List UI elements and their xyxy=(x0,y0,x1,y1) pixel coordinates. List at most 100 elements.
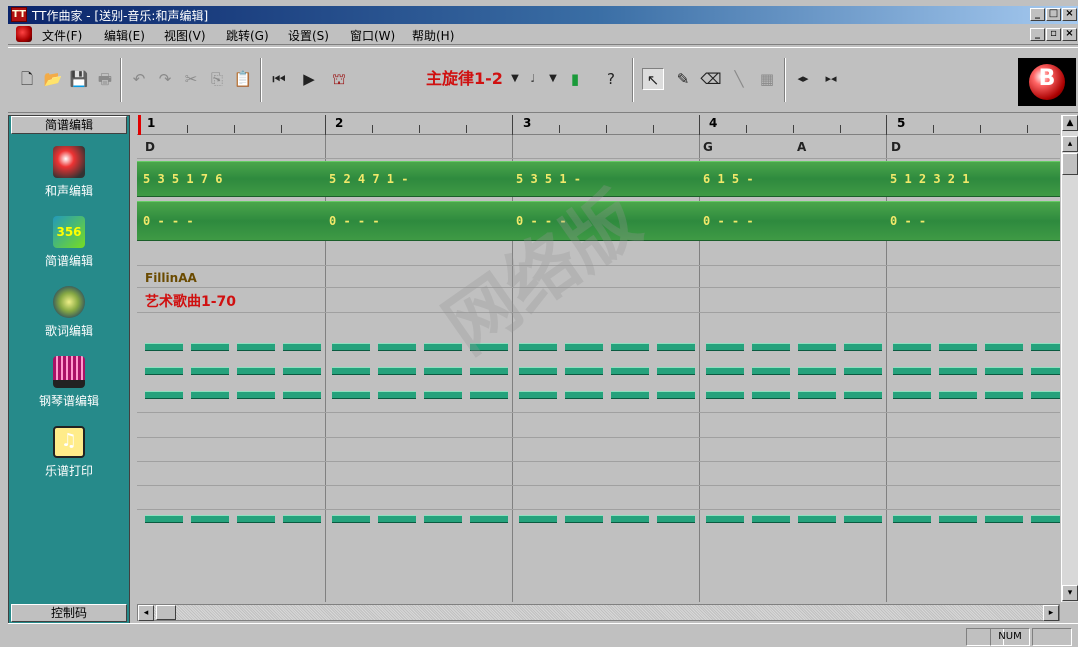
menu-jump[interactable]: 跳转(G) xyxy=(226,27,269,44)
menu-edit[interactable]: 编辑(E) xyxy=(104,27,145,44)
pattern-block[interactable] xyxy=(191,367,229,375)
sidebar-item-numbered[interactable]: 356 简谱编辑 xyxy=(9,216,129,269)
pattern-block[interactable] xyxy=(470,367,508,375)
minimize-button[interactable]: _ xyxy=(1030,8,1045,21)
open-folder-icon[interactable]: 📂 xyxy=(42,68,64,90)
pattern-block[interactable] xyxy=(145,515,183,523)
undo-icon[interactable]: ↶ xyxy=(128,68,150,90)
pattern-block[interactable] xyxy=(611,515,649,523)
pattern-block[interactable] xyxy=(939,391,977,399)
pattern-block[interactable] xyxy=(565,367,603,375)
scroll-up-icon[interactable]: ▴ xyxy=(1062,136,1078,152)
document-icon[interactable] xyxy=(16,26,32,42)
pattern-block[interactable] xyxy=(565,343,603,351)
pattern-block[interactable] xyxy=(424,515,462,523)
menu-settings[interactable]: 设置(S) xyxy=(288,27,329,44)
pattern-block[interactable] xyxy=(565,391,603,399)
harmony-editor-area[interactable]: D G A D 5 3 5 1 7 6 5 2 4 7 1 - 5 3 5 1 … xyxy=(137,135,1060,602)
chord-symbol[interactable]: G xyxy=(703,140,713,154)
track-select-label[interactable]: 主旋律1-2 xyxy=(426,68,503,90)
pattern-block[interactable] xyxy=(985,343,1023,351)
pattern-block[interactable] xyxy=(844,343,882,351)
pattern-block[interactable] xyxy=(985,391,1023,399)
scroll-left-icon[interactable]: ◂ xyxy=(138,605,154,621)
pattern-block[interactable] xyxy=(706,515,744,523)
paste-icon[interactable]: 📋 xyxy=(232,68,254,90)
metronome-icon[interactable]: ⛫ xyxy=(328,68,350,90)
sidebar-item-harmony[interactable]: 和声编辑 xyxy=(9,146,129,199)
pattern-block[interactable] xyxy=(470,343,508,351)
pattern-block[interactable] xyxy=(378,343,416,351)
pattern-block[interactable] xyxy=(424,367,462,375)
pattern-block[interactable] xyxy=(844,367,882,375)
pattern-block[interactable] xyxy=(191,515,229,523)
scroll-down-icon[interactable]: ▾ xyxy=(1062,585,1078,601)
pattern-block[interactable] xyxy=(519,391,557,399)
play-icon[interactable]: ▶ xyxy=(298,68,320,90)
pattern-block[interactable] xyxy=(752,391,790,399)
pattern-block[interactable] xyxy=(565,515,603,523)
pattern-block[interactable] xyxy=(1031,367,1060,375)
pattern-block[interactable] xyxy=(424,343,462,351)
pattern-block[interactable] xyxy=(378,367,416,375)
sidebar-item-piano[interactable]: 钢琴谱编辑 xyxy=(9,356,129,409)
horizontal-scrollbar[interactable]: ◂ ▸ xyxy=(137,604,1060,621)
pattern-block[interactable] xyxy=(611,367,649,375)
pattern-block[interactable] xyxy=(798,343,836,351)
pattern-block[interactable] xyxy=(844,515,882,523)
pattern-block[interactable] xyxy=(939,367,977,375)
pattern-block[interactable] xyxy=(893,367,931,375)
pattern-block[interactable] xyxy=(519,367,557,375)
note-view-icon[interactable]: ♩ xyxy=(522,68,544,90)
close-button[interactable]: × xyxy=(1062,8,1077,21)
rewind-to-start-icon[interactable]: ⏮ xyxy=(268,68,290,90)
melody-track-row[interactable]: 5 3 5 1 7 6 5 2 4 7 1 - 5 3 5 1 - 6 1 5 … xyxy=(137,161,1060,197)
menu-file[interactable]: 文件(F) xyxy=(42,27,82,44)
pattern-block[interactable] xyxy=(893,343,931,351)
menu-window[interactable]: 窗口(W) xyxy=(350,27,395,44)
maximize-button[interactable]: □ xyxy=(1046,8,1061,21)
pattern-block[interactable] xyxy=(657,391,695,399)
pattern-block[interactable] xyxy=(752,343,790,351)
pattern-block[interactable] xyxy=(191,343,229,351)
measure-ruler[interactable]: 1 2 3 4 5 xyxy=(137,115,1060,135)
pattern-block[interactable] xyxy=(611,391,649,399)
zoom-out-icon[interactable]: ▸◂ xyxy=(820,68,842,90)
pattern-block[interactable] xyxy=(237,391,275,399)
vertical-scroll-thumb[interactable] xyxy=(1062,153,1078,175)
pointer-tool-icon[interactable]: ↖ xyxy=(642,68,664,90)
redo-icon[interactable]: ↷ xyxy=(154,68,176,90)
pattern-block[interactable] xyxy=(378,391,416,399)
pattern-block[interactable] xyxy=(611,343,649,351)
pattern-block[interactable] xyxy=(519,343,557,351)
pattern-block[interactable] xyxy=(798,367,836,375)
chord-symbol[interactable]: D xyxy=(891,140,901,154)
pattern-block[interactable] xyxy=(706,391,744,399)
save-icon[interactable]: 💾 xyxy=(68,68,90,90)
pattern-block[interactable] xyxy=(893,391,931,399)
horizontal-scroll-thumb[interactable] xyxy=(156,605,176,620)
grid-tool-icon[interactable]: ▦ xyxy=(756,68,778,90)
doc-close-button[interactable]: × xyxy=(1062,28,1077,41)
pattern-block[interactable] xyxy=(470,391,508,399)
pattern-block[interactable] xyxy=(939,343,977,351)
vertical-scrollbar[interactable]: ▲ ▴ ▾ xyxy=(1061,115,1078,602)
pattern-block[interactable] xyxy=(283,391,321,399)
pattern-block[interactable] xyxy=(283,343,321,351)
doc-minimize-button[interactable]: _ xyxy=(1030,28,1045,41)
menu-view[interactable]: 视图(V) xyxy=(164,27,206,44)
playback-cursor[interactable] xyxy=(138,115,141,135)
zoom-in-icon[interactable]: ◂▸ xyxy=(792,68,814,90)
pattern-block[interactable] xyxy=(798,391,836,399)
pattern-block[interactable] xyxy=(145,367,183,375)
pattern-block[interactable] xyxy=(1031,343,1060,351)
pattern-block[interactable] xyxy=(657,515,695,523)
control-code-button[interactable]: 控制码 xyxy=(11,604,127,622)
scroll-top-icon[interactable]: ▲ xyxy=(1062,115,1078,131)
line-tool-icon[interactable]: ╲ xyxy=(728,68,750,90)
new-file-icon[interactable]: 🗋 xyxy=(16,68,38,90)
pattern-block[interactable] xyxy=(145,391,183,399)
doc-restore-button[interactable]: ▫ xyxy=(1046,28,1061,41)
pattern-block[interactable] xyxy=(657,343,695,351)
pattern-block[interactable] xyxy=(283,515,321,523)
